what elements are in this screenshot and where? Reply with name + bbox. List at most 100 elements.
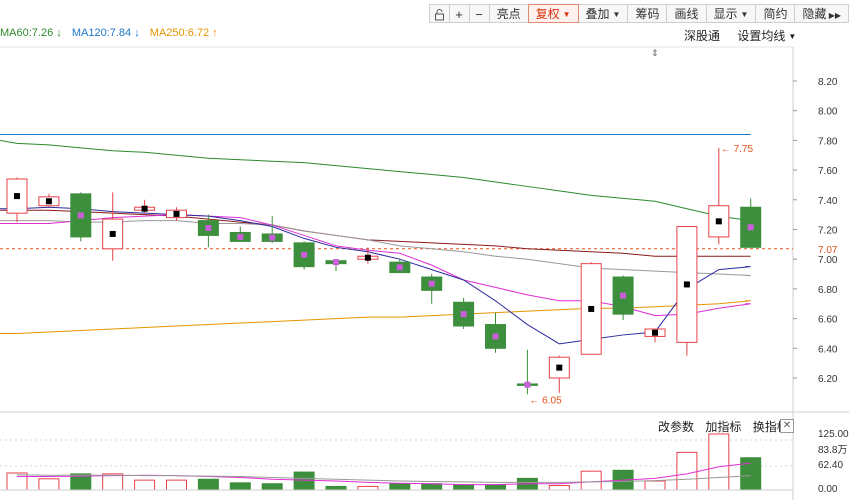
restore-rights-dropdown[interactable]: 复权 ▼ (527, 3, 579, 23)
candle-marker (492, 333, 499, 340)
candle-marker (428, 280, 435, 287)
volume-bar (325, 485, 347, 491)
price-axis-label: 8.00 (818, 107, 838, 118)
volume-bar (485, 484, 506, 491)
ma120-value: MA120:7.84 (71, 27, 132, 39)
candle-marker (524, 381, 531, 388)
candle-marker (364, 254, 371, 261)
price-axis-label: 8.20 (818, 77, 838, 88)
price-axis-label: 6.40 (818, 344, 838, 355)
candle-marker (77, 212, 84, 219)
candle (38, 193, 60, 208)
ma60-value: MA60:7.26 (0, 27, 54, 39)
volume-bar (357, 485, 379, 491)
volume-bar (166, 479, 187, 491)
candle (612, 275, 634, 321)
candle (102, 192, 124, 261)
volume-bar (197, 478, 219, 491)
volume-bar (134, 479, 156, 491)
volume-bar (38, 478, 60, 491)
volume-bar (548, 485, 570, 491)
chart-options: 深股通 设置均线 ▼ (684, 27, 796, 44)
candle-marker (301, 251, 308, 258)
high-price-annotation: ← 7.75 (721, 144, 754, 155)
volume-bar (389, 483, 411, 491)
ma120-arrow-icon: ↓ (134, 27, 140, 39)
price-axis-label: 7.00 (818, 255, 838, 266)
candle-marker (269, 234, 276, 241)
current-price-label: 7.07 (818, 245, 838, 256)
volume-ma-line (16, 474, 751, 483)
candle (421, 274, 443, 304)
candle (325, 259, 347, 272)
price-axis-label: 7.60 (818, 166, 838, 177)
candle-marker (14, 193, 20, 200)
price-axis-label: 6.80 (818, 285, 838, 296)
candle-marker (45, 198, 52, 205)
volume-bar (229, 482, 251, 491)
candle-marker (141, 205, 148, 212)
candle-marker (556, 364, 563, 371)
candle (453, 297, 475, 329)
volume-max-label: 83.8万 (818, 445, 848, 456)
price-axis-label: 7.20 (818, 226, 838, 237)
candle (293, 241, 315, 270)
candle-marker (588, 305, 595, 312)
volume-bar (293, 471, 315, 491)
caret-down-icon: ▼ (788, 32, 797, 41)
close-icon[interactable]: ✕ (780, 419, 794, 433)
candle (676, 226, 698, 356)
candle (70, 192, 92, 242)
volume-bar (580, 470, 602, 491)
price-axis-label: 7.80 (818, 136, 838, 147)
volume-bar (708, 433, 730, 491)
ma250-legend: MA250:6.72 ↑ (150, 27, 218, 39)
candle (548, 355, 570, 393)
change-params-button[interactable]: 改参数 (658, 420, 694, 434)
candle-marker (683, 281, 690, 288)
candle (740, 198, 762, 248)
volume-axis-tick: 0.00 (818, 484, 838, 495)
candle (708, 147, 730, 245)
candle-marker (333, 259, 339, 266)
ma250-value: MA250:6.72 (149, 27, 210, 39)
ma-legend: MA60:7.26 ↓ MA120:7.84 ↓ MA250:6.72 ↑ (0, 27, 225, 39)
candle-marker (109, 230, 116, 237)
add-indicator-button[interactable]: 加指标 (705, 420, 741, 434)
candle (644, 328, 666, 343)
ma60-arrow-icon: ↓ (56, 27, 62, 39)
price-axis-label: 7.40 (818, 196, 838, 207)
candle-marker (460, 311, 467, 318)
ma-settings-dropdown[interactable]: 设置均线 ▼ (737, 29, 796, 43)
candle (166, 207, 187, 221)
caret-down-icon: ▼ (562, 9, 571, 19)
volume-bar (102, 473, 124, 491)
ma120-legend: MA120:7.84 ↓ (72, 27, 140, 39)
candle-marker (173, 210, 180, 217)
ma-line-ma250 (0, 300, 751, 334)
candle (580, 262, 602, 355)
volume-bar (6, 472, 28, 491)
price-axis-label: 6.20 (818, 374, 838, 385)
candle-marker (620, 292, 627, 299)
volume-bar (676, 451, 698, 491)
volume-bar (644, 480, 666, 491)
candle-marker (652, 329, 658, 336)
candle (485, 312, 506, 353)
volume-panel-tools: 改参数 加指标 换指标 (658, 418, 797, 435)
candle-marker (747, 224, 754, 231)
connect-link[interactable]: 深股通 (684, 29, 720, 43)
candle (229, 226, 251, 242)
candle (134, 199, 156, 214)
volume-bar (740, 457, 762, 491)
ma250-arrow-icon: ↑ (212, 27, 218, 39)
volume-bar (453, 484, 475, 491)
ma-settings-label: 设置均线 (737, 29, 786, 43)
candle-marker (205, 225, 212, 232)
volume-axis-tick: 62.40 (818, 460, 844, 471)
volume-bar (261, 483, 283, 491)
volume-axis-tick: 125.00 (818, 429, 849, 440)
restore-rights-label: 复权 (535, 6, 560, 21)
candle-marker (237, 233, 244, 240)
candle-marker (715, 218, 722, 225)
